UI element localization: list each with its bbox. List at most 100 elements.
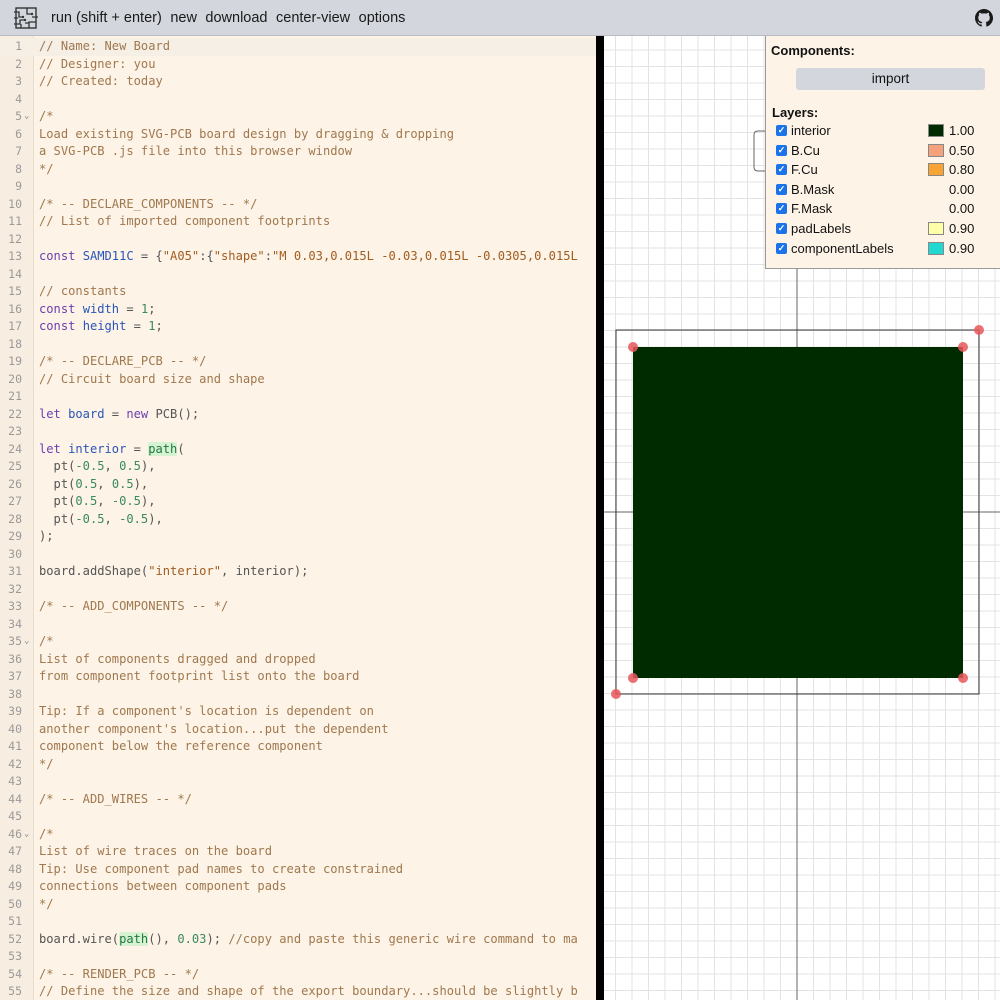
code-line[interactable]: 39 Tip: If a component's location is depe… — [0, 703, 596, 721]
code-line[interactable]: 54 /* -- RENDER_PCB -- */ — [0, 966, 596, 984]
code-line[interactable]: 15 // constants — [0, 283, 596, 301]
code-line[interactable]: 8 */ — [0, 161, 596, 179]
layer-color-swatch[interactable] — [928, 241, 944, 255]
boundary-corner-handle[interactable] — [611, 689, 621, 699]
code-line[interactable]: 7 a SVG-PCB .js file into this browser wi… — [0, 143, 596, 161]
code-line[interactable]: 11 // List of imported component footprin… — [0, 213, 596, 231]
path-point-handle[interactable] — [628, 673, 638, 683]
code-line[interactable]: 10 /* -- DECLARE_COMPONENTS -- */ — [0, 196, 596, 214]
code-line[interactable]: 20 // Circuit board size and shape — [0, 371, 596, 389]
import-button[interactable]: import — [796, 68, 985, 90]
fold-chevron-icon[interactable]: ⌄ — [24, 108, 29, 126]
code-line[interactable]: 36 List of components dragged and dropped — [0, 651, 596, 669]
code-line[interactable]: 33 /* -- ADD_COMPONENTS -- */ — [0, 598, 596, 616]
layer-visibility-checkbox[interactable]: ✓ — [776, 164, 787, 176]
code-line[interactable]: 40 another component's location...put the… — [0, 721, 596, 739]
code-line[interactable]: 37 from component footprint list onto the… — [0, 668, 596, 686]
layer-visibility-checkbox[interactable]: ✓ — [776, 125, 787, 136]
layer-color-swatch[interactable] — [928, 163, 944, 177]
pane-resize-handle[interactable] — [596, 36, 604, 1000]
boundary-corner-handle[interactable] — [974, 325, 984, 335]
download-button[interactable]: download — [205, 10, 267, 26]
code-line[interactable]: 34 — [0, 616, 596, 634]
layer-opacity-value[interactable]: 0.50 — [949, 143, 974, 158]
code-text: pt(-0.5, 0.5), — [39, 458, 156, 476]
code-line[interactable]: 13 const SAMD11C = {"A05":{"shape":"M 0.0… — [0, 248, 596, 266]
code-line[interactable]: 19 /* -- DECLARE_PCB -- */ — [0, 353, 596, 371]
code-line[interactable]: 31 board.addShape("interior", interior); — [0, 563, 596, 581]
code-line[interactable]: 43 — [0, 773, 596, 791]
code-token: board.wire( — [39, 931, 120, 946]
code-line[interactable]: 51 — [0, 913, 596, 931]
code-line[interactable]: 17 const height = 1; — [0, 318, 596, 336]
new-button[interactable]: new — [170, 10, 197, 26]
code-line[interactable]: 2 // Designer: you — [0, 56, 596, 74]
code-line[interactable]: 29); — [0, 528, 596, 546]
code-line[interactable]: 22 let board = new PCB(); — [0, 406, 596, 424]
code-line[interactable]: 52 board.wire(path(), 0.03); //copy and p… — [0, 931, 596, 949]
code-line[interactable]: 14 — [0, 266, 596, 284]
center-view-button[interactable]: center-view — [276, 10, 350, 26]
run-button[interactable]: run (shift + enter) — [51, 10, 162, 26]
code-line[interactable]: 38 — [0, 686, 596, 704]
code-line[interactable]: 6 Load existing SVG-PCB board design by d… — [0, 126, 596, 144]
code-line[interactable]: 50 */ — [0, 896, 596, 914]
path-point-handle[interactable] — [628, 342, 638, 352]
code-line[interactable]: 27 pt(0.5, -0.5), — [0, 493, 596, 511]
code-line[interactable]: 3 // Created: today — [0, 73, 596, 91]
code-line[interactable]: 46 ⌄ /* — [0, 826, 596, 844]
code-line[interactable]: 23 — [0, 423, 596, 441]
code-line[interactable]: 12 — [0, 231, 596, 249]
code-line[interactable]: 25 pt(-0.5, 0.5), — [0, 458, 596, 476]
code-line[interactable]: 18 — [0, 336, 596, 354]
layer-visibility-checkbox[interactable]: ✓ — [776, 223, 787, 234]
code-token: height — [82, 319, 127, 333]
layer-color-swatch[interactable] — [928, 124, 944, 137]
layer-visibility-checkbox[interactable]: ✓ — [776, 242, 787, 254]
layer-visibility-checkbox[interactable]: ✓ — [776, 144, 787, 156]
code-token: : — [264, 249, 272, 263]
code-line[interactable]: 4 — [0, 91, 596, 109]
code-editor[interactable]: 1 // Name: New Board 2 // Designer: you 3 // … — [0, 36, 596, 1000]
layer-opacity-value[interactable]: 1.00 — [949, 123, 974, 138]
path-point-handle[interactable] — [958, 673, 968, 683]
code-lines[interactable]: 1 // Name: New Board 2 // Designer: you 3 // … — [0, 38, 596, 1000]
line-number: 33 — [8, 599, 22, 613]
board-interior[interactable] — [633, 347, 963, 678]
path-point-handle[interactable] — [958, 342, 968, 352]
fold-chevron-icon[interactable]: ⌄ — [24, 633, 29, 651]
layer-color-swatch[interactable] — [928, 222, 944, 235]
code-line[interactable]: 35 ⌄ /* — [0, 633, 596, 651]
code-line[interactable]: 21 — [0, 388, 596, 406]
code-line[interactable]: 1 // Name: New Board — [0, 38, 596, 56]
code-line[interactable]: 16 const width = 1; — [0, 301, 596, 319]
code-line[interactable]: 48 Tip: Use component pad names to create… — [0, 861, 596, 879]
code-line[interactable]: 47 List of wire traces on the board — [0, 843, 596, 861]
code-line[interactable]: 24 let interior = path( — [0, 441, 596, 459]
layer-opacity-value[interactable]: 0.90 — [949, 221, 974, 236]
fold-chevron-icon[interactable]: ⌄ — [24, 826, 29, 844]
layer-visibility-checkbox[interactable]: ✓ — [776, 183, 787, 195]
code-line[interactable]: 49 connections between component pads — [0, 878, 596, 896]
layer-color-swatch[interactable] — [928, 143, 944, 157]
github-icon[interactable] — [975, 9, 993, 27]
code-line[interactable]: 41 component below the reference componen… — [0, 738, 596, 756]
code-line[interactable]: 55 // Define the size and shape of the ex… — [0, 983, 596, 1000]
code-line[interactable]: 9 — [0, 178, 596, 196]
layer-opacity-value[interactable]: 0.00 — [949, 182, 974, 197]
code-line[interactable]: 42 */ — [0, 756, 596, 774]
code-line[interactable]: 30 — [0, 546, 596, 564]
code-line[interactable]: 53 — [0, 948, 596, 966]
code-line[interactable]: 44 /* -- ADD_WIRES -- */ — [0, 791, 596, 809]
layer-opacity-value[interactable]: 0.80 — [949, 162, 974, 177]
code-line[interactable]: 5 ⌄ /* — [0, 108, 596, 126]
layer-visibility-checkbox[interactable]: ✓ — [776, 203, 787, 215]
line-number: 35 — [8, 634, 22, 648]
code-line[interactable]: 32 — [0, 581, 596, 599]
code-line[interactable]: 26 pt(0.5, 0.5), — [0, 476, 596, 494]
layer-opacity-value[interactable]: 0.00 — [949, 201, 974, 216]
code-line[interactable]: 28 pt(-0.5, -0.5), — [0, 511, 596, 529]
code-line[interactable]: 45 — [0, 808, 596, 826]
layer-opacity-value[interactable]: 0.90 — [949, 241, 974, 256]
options-button[interactable]: options — [359, 10, 406, 26]
